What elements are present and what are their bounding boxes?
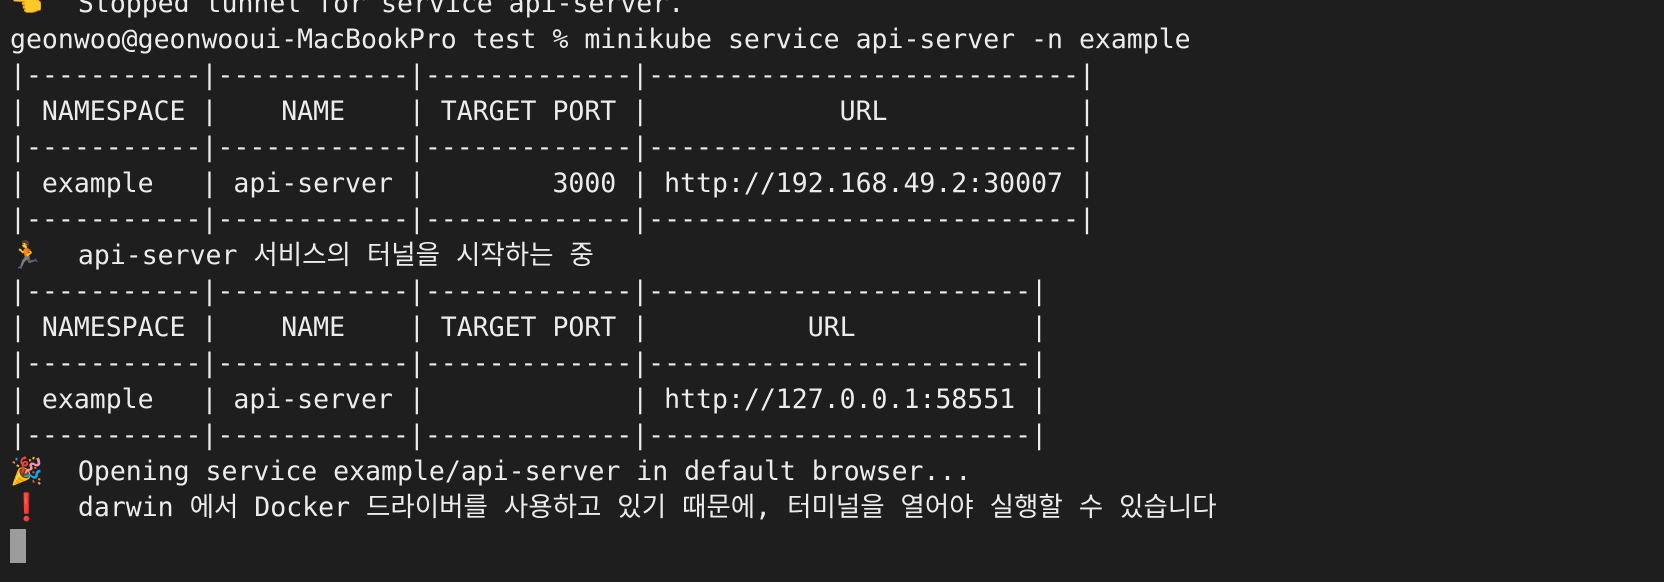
- table-border-bottom: |-----------|------------|-------------|…: [10, 204, 1095, 235]
- table-row: | example | api-server | 3000 | http://1…: [10, 168, 1095, 199]
- table-border-mid: |-----------|------------|-------------|…: [10, 348, 1048, 379]
- terminal-window[interactable]: 👈 Stopped tunnel for service api-server.…: [10, 0, 1664, 563]
- table-border-mid: |-----------|------------|-------------|…: [10, 132, 1095, 163]
- terminal-line-warning: ❗ darwin 에서 Docker 드라이버를 사용하고 있기 때문에, 터미…: [10, 490, 1664, 526]
- pointing-hand-icon: 👈: [10, 0, 43, 19]
- terminal-cursor[interactable]: [10, 529, 26, 563]
- table-border-top: |-----------|------------|-------------|…: [10, 276, 1048, 307]
- table-header-row: | NAMESPACE | NAME | TARGET PORT | URL |: [10, 96, 1095, 127]
- table-border-bottom: |-----------|------------|-------------|…: [10, 420, 1048, 451]
- terminal-line-opening-service: 🎉 Opening service example/api-server in …: [10, 454, 1664, 490]
- terminal-prompt-line: [10, 526, 1664, 563]
- terminal-command-line: geonwoo@geonwooui-MacBookPro test % mini…: [10, 22, 1664, 58]
- terminal-line-text: Stopped tunnel for service api-server.: [46, 0, 685, 19]
- party-popper-icon: 🎉: [10, 456, 43, 487]
- table-border-top: |-----------|------------|-------------|…: [10, 60, 1095, 91]
- terminal-line-text: Opening service example/api-server in de…: [46, 456, 972, 487]
- running-person-icon: 🏃: [10, 240, 43, 271]
- terminal-line-stopped-tunnel: 👈 Stopped tunnel for service api-server.: [10, 0, 1664, 22]
- table-header-row: | NAMESPACE | NAME | TARGET PORT | URL |: [10, 312, 1048, 343]
- terminal-line-starting-tunnel: 🏃 api-server 서비스의 터널을 시작하는 중: [10, 238, 1664, 274]
- service-table-2: |-----------|------------|-------------|…: [10, 274, 1664, 454]
- service-table-1: |-----------|------------|-------------|…: [10, 58, 1664, 238]
- terminal-line-text: darwin 에서 Docker 드라이버를 사용하고 있기 때문에, 터미널을…: [46, 492, 1217, 523]
- exclamation-icon: ❗: [10, 492, 43, 523]
- terminal-line-text: api-server 서비스의 터널을 시작하는 중: [46, 240, 594, 271]
- table-row: | example | api-server | | http://127.0.…: [10, 384, 1048, 415]
- terminal-line-text: geonwoo@geonwooui-MacBookPro test % mini…: [10, 24, 1191, 55]
